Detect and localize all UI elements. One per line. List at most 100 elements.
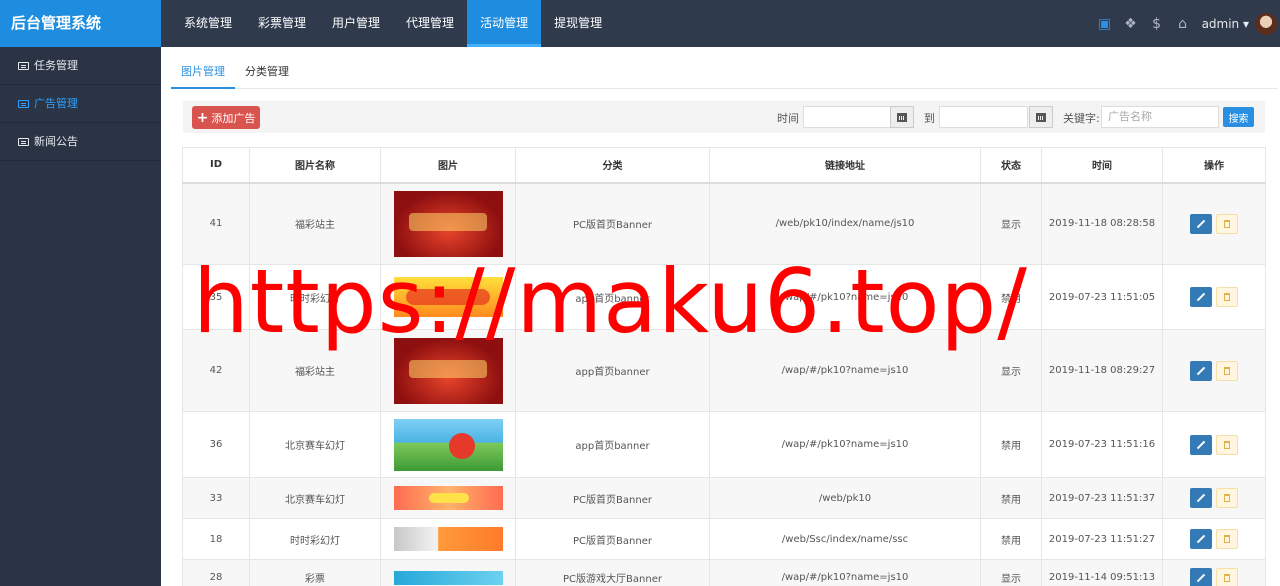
sidebar-item-news[interactable]: 新闻公告 <box>0 123 161 161</box>
cell-name: 北京赛车幻灯 <box>249 411 381 478</box>
cell-name: 时时彩幻灯 <box>249 518 381 560</box>
pencil-icon <box>1196 534 1206 544</box>
delete-button[interactable] <box>1216 434 1238 455</box>
image-icon <box>18 99 29 108</box>
sidebar-item-ads[interactable]: 广告管理 <box>0 85 161 123</box>
delete-button[interactable] <box>1216 567 1238 586</box>
edit-button[interactable] <box>1190 360 1212 381</box>
banner-thumbnail[interactable] <box>393 418 503 471</box>
nav-activities[interactable]: 活动管理 <box>467 0 542 47</box>
cell-id: 42 <box>182 329 250 412</box>
pencil-icon <box>1196 366 1206 375</box>
cell-name: 北京赛车幻灯 <box>249 477 381 519</box>
pencil-icon <box>1196 493 1206 503</box>
cell-id: 28 <box>182 559 250 586</box>
cell-id: 36 <box>182 411 250 478</box>
cell-time: 2019-07-23 11:51:16 <box>1041 411 1163 478</box>
delete-button[interactable] <box>1216 488 1238 508</box>
delete-button[interactable] <box>1216 213 1238 234</box>
edit-button[interactable] <box>1190 488 1212 508</box>
top-nav: 系统管理 彩票管理 用户管理 代理管理 活动管理 提现管理 <box>171 0 615 47</box>
edit-button[interactable] <box>1190 529 1212 549</box>
cell-time: 2019-07-23 11:51:05 <box>1041 264 1163 330</box>
calendar-icon <box>1036 112 1046 122</box>
cell-id: 33 <box>182 477 250 519</box>
cell-name: 福彩站主 <box>249 182 381 265</box>
start-calendar-button[interactable] <box>890 106 914 128</box>
edit-button[interactable] <box>1190 434 1212 455</box>
top-right-tools: ▣ ❖ $ ⌂ admin ▾ <box>1092 0 1280 47</box>
table-row: 35 时时彩幻灯 app首页banner /wap/#/pk10?name=js… <box>182 264 1266 330</box>
cell-id: 18 <box>182 518 250 560</box>
keyword-label: 关键字: <box>1063 112 1100 125</box>
cell-name: 时时彩幻灯 <box>249 264 381 330</box>
pencil-icon <box>1196 219 1206 228</box>
cell-link: /web/pk10/index/name/js10 <box>709 182 981 265</box>
table-row: 36 北京赛车幻灯 app首页banner /wap/#/pk10?name=j… <box>182 411 1266 478</box>
header-time: 时间 <box>1041 147 1163 184</box>
home-icon[interactable]: ⌂ <box>1170 0 1196 47</box>
tab-categories[interactable]: 分类管理 <box>235 58 299 89</box>
start-date-input[interactable] <box>803 106 891 128</box>
sidebar-item-label: 任务管理 <box>34 58 78 72</box>
avatar[interactable] <box>1255 12 1277 35</box>
cell-category: PC版首页Banner <box>515 182 710 265</box>
nav-users[interactable]: 用户管理 <box>319 0 393 47</box>
banner-thumbnail[interactable] <box>393 486 503 510</box>
cell-category: app首页banner <box>515 411 710 478</box>
table-row: 33 北京赛车幻灯 PC版首页Banner /web/pk10 禁用 2019-… <box>182 477 1266 519</box>
plus-icon: + <box>196 109 209 126</box>
nav-agents[interactable]: 代理管理 <box>393 0 467 47</box>
edit-button[interactable] <box>1190 567 1212 586</box>
banner-thumbnail[interactable] <box>393 337 503 404</box>
tab-images[interactable]: 图片管理 <box>171 58 235 89</box>
delete-button[interactable] <box>1216 287 1238 307</box>
trash-icon <box>1224 440 1230 449</box>
cell-time: 2019-11-14 09:51:13 <box>1041 559 1163 586</box>
dollar-icon[interactable]: $ <box>1144 0 1170 47</box>
end-calendar-button[interactable] <box>1029 106 1053 128</box>
trash-icon <box>1224 535 1230 543</box>
end-date-input[interactable] <box>939 106 1028 128</box>
keyword-input[interactable]: 广告名称 <box>1101 106 1219 128</box>
edit-button[interactable] <box>1190 213 1212 234</box>
cell-id: 35 <box>182 264 250 330</box>
delete-button[interactable] <box>1216 529 1238 549</box>
cell-time: 2019-11-18 08:29:27 <box>1041 329 1163 412</box>
delete-button[interactable] <box>1216 360 1238 381</box>
header-actions: 操作 <box>1162 147 1266 184</box>
add-ad-label: 添加广告 <box>211 111 256 125</box>
nav-withdraw[interactable]: 提现管理 <box>541 0 615 47</box>
cell-name: 彩票 <box>249 559 381 586</box>
table-row: 42 福彩站主 app首页banner /wap/#/pk10?name=js1… <box>182 329 1266 412</box>
header-category: 分类 <box>515 147 710 184</box>
banner-thumbnail[interactable] <box>393 190 503 257</box>
sidebar: 任务管理 广告管理 新闻公告 <box>0 47 161 586</box>
gift-icon[interactable]: ❖ <box>1118 0 1144 47</box>
cell-category: app首页banner <box>515 329 710 412</box>
header-status: 状态 <box>980 147 1042 184</box>
pencil-icon <box>1196 440 1206 449</box>
clock-icon[interactable]: ▣ <box>1092 0 1118 47</box>
search-button[interactable]: 搜索 <box>1223 107 1254 127</box>
ads-table: ID 图片名称 图片 分类 链接地址 状态 时间 操作 41 福彩站主 PC版首… <box>182 147 1266 586</box>
table-row: 41 福彩站主 PC版首页Banner /web/pk10/index/name… <box>182 182 1266 265</box>
table-row: 18 时时彩幻灯 PC版首页Banner /web/Ssc/index/name… <box>182 518 1266 560</box>
status-badge: 禁用 <box>980 477 1042 519</box>
nav-lottery[interactable]: 彩票管理 <box>245 0 319 47</box>
calendar-icon <box>897 112 907 122</box>
edit-button[interactable] <box>1190 287 1212 307</box>
user-menu[interactable]: admin ▾ <box>1202 17 1249 31</box>
banner-thumbnail[interactable] <box>393 277 503 317</box>
trash-icon <box>1224 293 1230 301</box>
sidebar-item-tasks[interactable]: 任务管理 <box>0 47 161 85</box>
header-name: 图片名称 <box>249 147 381 184</box>
status-badge: 禁用 <box>980 411 1042 478</box>
trash-icon <box>1224 573 1230 582</box>
header-id: ID <box>182 147 250 184</box>
banner-thumbnail[interactable] <box>393 527 503 551</box>
header-image: 图片 <box>380 147 516 184</box>
add-ad-button[interactable]: + 添加广告 <box>192 106 260 129</box>
nav-system[interactable]: 系统管理 <box>171 0 245 47</box>
banner-thumbnail[interactable] <box>393 570 503 585</box>
